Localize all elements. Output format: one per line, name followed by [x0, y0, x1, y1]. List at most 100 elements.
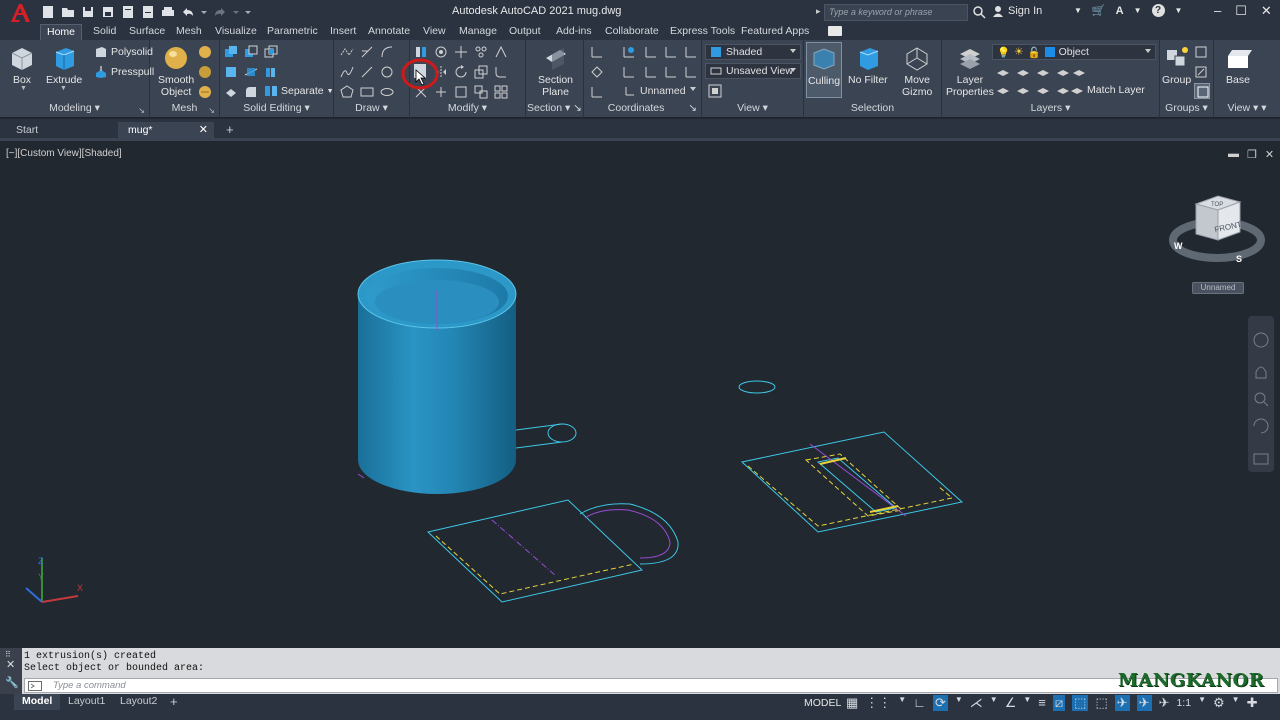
- section-plane-button[interactable]: Section Plane: [538, 44, 573, 98]
- ucs-origin-icon[interactable]: [622, 65, 636, 79]
- command-customize-icon[interactable]: 🔧: [5, 676, 19, 689]
- mug-profile-sketch[interactable]: [426, 499, 679, 603]
- file-tab-close-icon[interactable]: ✕: [199, 123, 208, 136]
- tab-view[interactable]: View: [423, 24, 446, 40]
- tab-solid[interactable]: Solid: [93, 24, 116, 40]
- smooth-less-icon[interactable]: [198, 65, 212, 79]
- scale-icon[interactable]: [474, 65, 488, 79]
- tab-express-tools[interactable]: Express Tools: [670, 24, 735, 40]
- layer-dropdown[interactable]: 💡 ☀ 🔓 Object: [992, 44, 1156, 60]
- ucs-zaxis-icon[interactable]: [664, 65, 678, 79]
- tab-insert[interactable]: Insert: [330, 24, 356, 40]
- interfere-icon[interactable]: [224, 65, 238, 79]
- customize-qat-icon[interactable]: [244, 4, 252, 20]
- tab-collaborate[interactable]: Collaborate: [605, 24, 659, 40]
- layer-unlock-icon[interactable]: [1056, 83, 1070, 97]
- ucs-z-icon[interactable]: [684, 45, 698, 59]
- panel-title-modify[interactable]: Modify ▾: [410, 102, 525, 116]
- ucs-3point-icon[interactable]: [644, 65, 658, 79]
- layer-unisolate-icon[interactable]: [1016, 83, 1030, 97]
- spline-icon[interactable]: [340, 65, 354, 79]
- lineweight-icon[interactable]: ≡: [1038, 695, 1046, 711]
- section-sketch[interactable]: [740, 431, 964, 533]
- ucs-world-icon[interactable]: [622, 45, 636, 59]
- layer-isolate-icon[interactable]: [1016, 65, 1030, 79]
- help-dropdown-icon[interactable]: ▼: [1175, 6, 1183, 15]
- polygon-icon[interactable]: [340, 85, 354, 99]
- tab-featured-apps[interactable]: Featured Apps: [741, 24, 809, 40]
- tab-home[interactable]: Home: [40, 24, 83, 40]
- fillet-icon[interactable]: [494, 65, 508, 79]
- panel-title-selection[interactable]: Selection: [804, 102, 941, 116]
- viewcube[interactable]: TOP FRONT W S: [1169, 195, 1265, 264]
- culling-button[interactable]: Culling: [806, 42, 842, 98]
- tab-parametric[interactable]: Parametric: [267, 24, 318, 40]
- a360-icon[interactable]: A: [1116, 5, 1124, 17]
- polar-dropdown-icon[interactable]: ▼: [955, 695, 963, 711]
- transparency-icon[interactable]: ⧄: [1052, 695, 1066, 711]
- 3d-array-icon[interactable]: [474, 45, 488, 59]
- tab-add-ins[interactable]: Add-ins: [556, 24, 592, 40]
- command-input[interactable]: Type a command: [24, 678, 1278, 693]
- annotation-monitor-icon[interactable]: ✚: [1247, 695, 1258, 711]
- tab-layout1[interactable]: Layout1: [60, 694, 113, 710]
- 3d-align-icon[interactable]: [494, 45, 508, 59]
- slice-icon[interactable]: [244, 65, 258, 79]
- polysolid-button[interactable]: Polysolid: [94, 45, 153, 59]
- group-button[interactable]: Group: [1162, 44, 1191, 86]
- move-gizmo-button[interactable]: Move Gizmo: [902, 44, 932, 98]
- redo-icon[interactable]: [212, 4, 228, 20]
- layer-properties-button[interactable]: Layer Properties: [946, 44, 994, 98]
- save-web-icon[interactable]: [140, 4, 156, 20]
- ucs-icon[interactable]: [590, 45, 604, 59]
- subtract-icon[interactable]: [244, 45, 258, 59]
- workspace-dropdown-icon[interactable]: ▼: [1232, 695, 1240, 711]
- array-icon[interactable]: [494, 85, 508, 99]
- annotation-visibility-icon[interactable]: ✈: [1114, 695, 1130, 711]
- group-edit-icon[interactable]: [1194, 65, 1208, 79]
- panel-title-groups[interactable]: Groups ▾: [1160, 102, 1213, 116]
- rotate-icon[interactable]: [454, 65, 468, 79]
- help-icon[interactable]: ?: [1151, 4, 1165, 17]
- arc-icon[interactable]: [380, 45, 394, 59]
- ribbon-minimize-icon[interactable]: [828, 26, 842, 36]
- move-icon[interactable]: [454, 45, 468, 59]
- scale-dropdown-icon[interactable]: ▼: [1198, 695, 1206, 711]
- panel-title-solid-editing[interactable]: Solid Editing ▾: [220, 102, 333, 116]
- polyline-icon[interactable]: [340, 45, 354, 59]
- imprint-icon[interactable]: [224, 85, 238, 99]
- annotation-scale-value[interactable]: 1:1: [1176, 695, 1191, 711]
- snap-dropdown-icon[interactable]: ▼: [898, 695, 906, 711]
- autocad-logo-icon[interactable]: [8, 2, 32, 24]
- refine-mesh-icon[interactable]: [198, 85, 212, 99]
- tab-visualize[interactable]: Visualize: [215, 24, 257, 40]
- base-view-button[interactable]: Base: [1224, 44, 1252, 86]
- panel-title-draw[interactable]: Draw ▾: [334, 102, 409, 116]
- panel-title-coordinates[interactable]: Coordinates ↘: [584, 102, 701, 116]
- circle-icon[interactable]: [380, 65, 394, 79]
- mug-3d-solid[interactable]: [357, 259, 517, 494]
- copy-icon[interactable]: [474, 85, 488, 99]
- panel-title-modeling[interactable]: Modeling ▾: [0, 102, 149, 116]
- isodraft-icon[interactable]: ⋌: [970, 695, 983, 711]
- ucs-menu-dropdown[interactable]: Unnamed: [1192, 282, 1244, 294]
- box-dropdown-icon[interactable]: ▼: [20, 85, 27, 92]
- new-tab-icon[interactable]: +: [226, 122, 234, 137]
- tab-manage[interactable]: Manage: [459, 24, 497, 40]
- no-filter-button[interactable]: No Filter: [848, 44, 888, 86]
- ellipse-icon[interactable]: [380, 85, 394, 99]
- object-snap-tracking-icon[interactable]: ∠: [1005, 695, 1017, 711]
- panel-title-layers[interactable]: Layers ▾: [942, 102, 1159, 116]
- open-web-icon[interactable]: [120, 4, 136, 20]
- group-selection-icon[interactable]: [1194, 83, 1210, 99]
- sign-in-dropdown-icon[interactable]: ▼: [1074, 6, 1082, 15]
- panel-title-view-2[interactable]: View ▾ ▾: [1214, 102, 1280, 116]
- ortho-icon[interactable]: ⟳: [932, 695, 948, 711]
- layer-lock-tool-icon[interactable]: [1056, 65, 1070, 79]
- layer-on-all-icon[interactable]: [996, 83, 1010, 97]
- osnap-dropdown-icon[interactable]: ▼: [1023, 695, 1031, 711]
- infer-constraints-icon[interactable]: ∟: [913, 695, 926, 711]
- drawing-viewport[interactable]: [−][Custom View][Shaded] ▬ ❐ ✕ Z X Y TOP…: [0, 144, 1280, 648]
- thicken-icon[interactable]: [264, 65, 278, 79]
- ungroup-icon[interactable]: [1194, 45, 1208, 59]
